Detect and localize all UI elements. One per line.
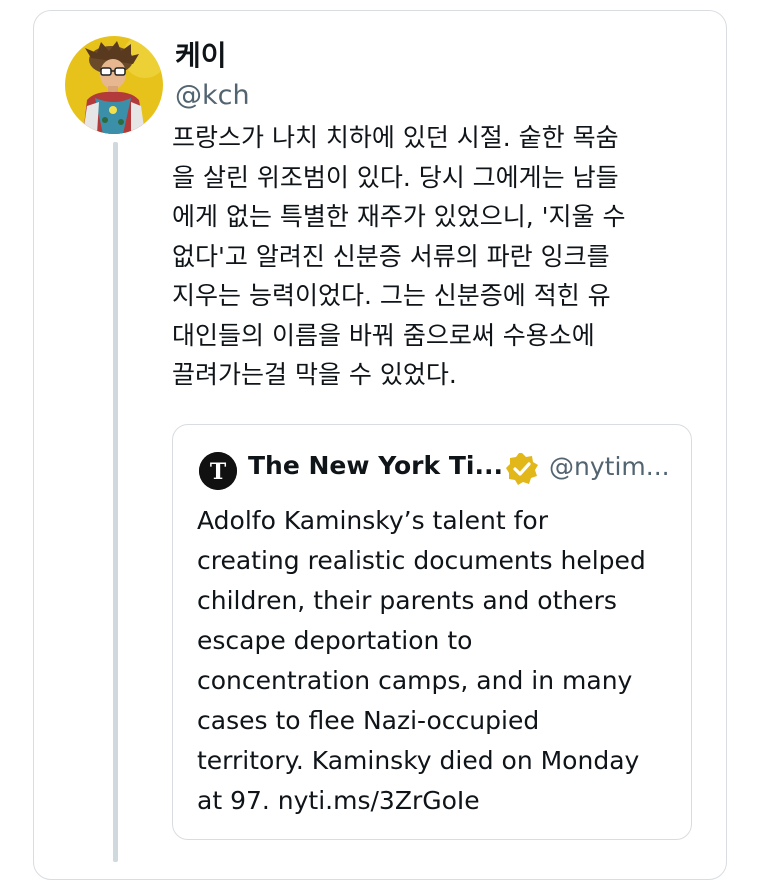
- avatar-image: [65, 36, 163, 134]
- user-handle[interactable]: @kch: [175, 80, 250, 111]
- quoted-tweet-text: Adolfo Kaminsky’s talent for creating re…: [197, 506, 646, 815]
- quoted-handle[interactable]: @nytim...: [549, 452, 670, 481]
- user-display-name[interactable]: 케이: [175, 34, 227, 74]
- svg-text:T: T: [210, 459, 227, 485]
- quoted-tweet[interactable]: T The New York Ti... @nytim... Adolfo Ka…: [172, 424, 692, 840]
- quoted-display-name[interactable]: The New York Ti...: [248, 451, 503, 480]
- verified-badge-icon: [505, 452, 539, 486]
- tweet-text: 프랑스가 나치 치하에 있던 시절. 숱한 목숨 을 살린 위조범이 있다. 당…: [172, 123, 626, 389]
- user-avatar[interactable]: [65, 36, 163, 134]
- thread-line: [113, 142, 118, 862]
- nyt-logo-icon[interactable]: T: [199, 452, 237, 490]
